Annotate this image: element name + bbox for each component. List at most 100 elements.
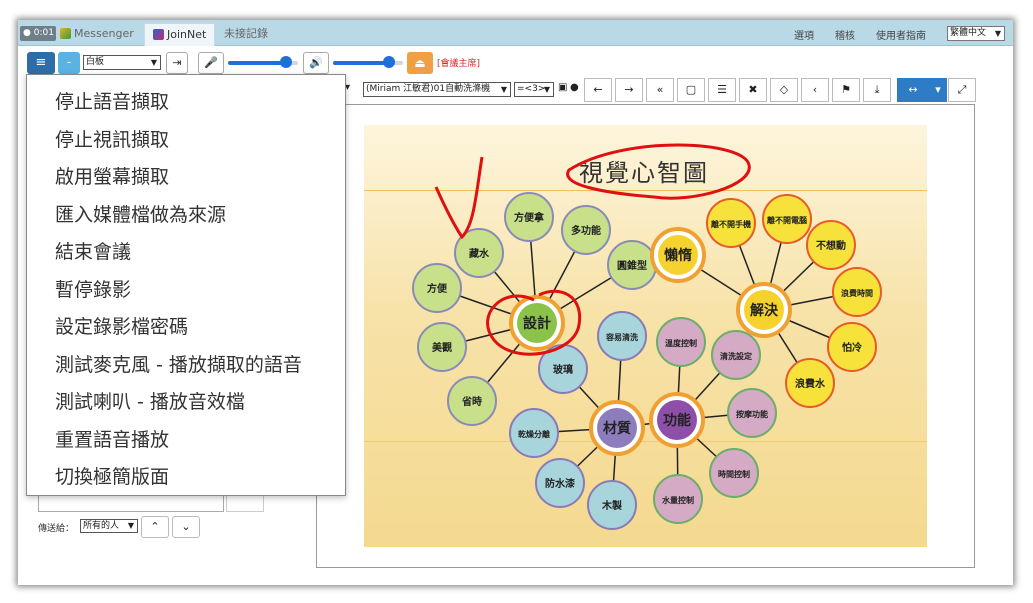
fullscreen-button[interactable]: ⤢ [948,78,976,102]
mind-map-center-label: 設計 [523,315,551,332]
recipient-value: 所有的人 [83,521,120,531]
mind-map-node-label: 方便 [427,282,448,295]
menu-item-pause-recording[interactable]: 暫停錄影 [27,277,345,315]
zoom-select-value: =<3> [517,84,546,94]
mind-map-node-label: 多功能 [571,224,601,237]
mind-map-node-label: 水量控制 [661,495,694,505]
mind-map-node-label: 容易清洗 [605,332,638,342]
joinnet-icon [153,29,164,40]
microphone-icon: 🎤 [204,56,218,69]
prev-page-button[interactable]: ← [584,78,612,102]
mind-map-node-label: 木製 [601,499,622,512]
session-timer: ● 0:01 [20,26,56,41]
minimize-button[interactable]: - [58,52,80,74]
mind-map-center-label: 解決 [750,302,779,319]
zoom-select[interactable]: =<3> ▼ [514,82,554,97]
whiteboard-select[interactable]: 白板 ▼ [83,55,161,70]
menu-item-reset-audio[interactable]: 重置語音播放 [27,427,345,465]
next-page-button[interactable]: → [615,78,643,102]
scroll-down-button[interactable]: ⌄ [172,516,200,538]
microphone-button[interactable]: 🎤 [198,52,224,74]
mic-volume-slider[interactable] [280,56,292,68]
chevron-down-icon: ▼ [543,85,550,94]
menu-item-end-meeting[interactable]: 結束會議 [27,239,345,277]
options-link[interactable]: 選項 [794,27,814,42]
minus-label: - [66,55,72,69]
mind-map-center-label: 懶惰 [664,247,692,264]
send-to-label: 傳送給： [38,524,75,534]
back-button[interactable]: ‹ [801,78,829,102]
fit-width-button[interactable]: ↔ [897,78,929,102]
mind-map-center-label: 功能 [663,412,691,429]
user-guide-link[interactable]: 使用者指南 [876,27,926,42]
main-menu-button[interactable]: ≡ [27,52,55,74]
recipient-select[interactable]: 所有的人 ▼ [80,519,138,533]
review-link[interactable]: 稽核 [835,27,855,42]
bookmark-button[interactable]: ⚑ [832,78,860,102]
arrows-horizontal-icon: ↔ [908,83,918,96]
eraser-icon: ◇ [779,83,789,96]
first-page-button[interactable]: « [646,78,674,102]
speaker-volume-fill [333,61,389,65]
arrow-right-icon: → [624,83,634,96]
mind-map-node-label: 乾燥分離 [518,429,550,439]
tab-label: Messenger [74,27,134,40]
chevron-left-icon: ‹ [812,83,818,96]
mind-map-node-label: 不想動 [816,239,846,252]
tab-messenger[interactable]: Messenger [60,23,134,46]
mind-map-node-label: 美觀 [432,341,452,354]
annotation-check [434,156,484,240]
download-button[interactable]: ⤓ [863,78,891,102]
whiteboard-value: 白板 [86,57,105,67]
eraser-button[interactable]: ◇ [770,78,798,102]
exit-meeting-button[interactable]: ⏏ [407,52,433,74]
fit-options-button[interactable]: ▾ [929,78,947,102]
menu-item-minimal-layout[interactable]: 切換極簡版面 [27,464,345,502]
mind-map-node-label: 溫度控制 [665,338,697,348]
tab-label: JoinNet [167,28,207,41]
menu-item-test-speaker[interactable]: 測試喇叭 - 播放音效檔 [27,389,345,427]
flag-icon: ⚑ [841,83,851,96]
tab-joinnet[interactable]: JoinNet [144,23,216,46]
chevron-down-icon: ▼ [150,58,157,67]
scroll-up-button[interactable]: ⌃ [141,516,169,538]
language-value: 繁體中文 [950,28,987,38]
hamburger-icon: ≡ [35,55,47,70]
exit-icon: ⏏ [414,56,426,70]
menu-item-test-microphone[interactable]: 測試麥克風 - 播放擷取的語音 [27,352,345,390]
rewind-icon: « [656,83,664,96]
tab-missed-records[interactable]: 未接記錄 [224,23,268,46]
mind-map-node-label: 離不開手機 [711,219,751,229]
image-icon[interactable]: ▣ [558,82,567,93]
mind-map-node-label: 浪費時間 [841,288,873,298]
check-circle-icon[interactable]: ● [570,82,579,93]
mind-map-node-label: 時間控制 [718,469,750,479]
menu-item-stop-audio[interactable]: 停止語音擷取 [27,89,345,127]
menu-item-stop-video[interactable]: 停止視訊擷取 [27,127,345,165]
mind-map-node-label: 離不開電腦 [767,215,807,225]
messenger-icon [60,28,71,39]
speaker-volume-slider[interactable] [383,56,395,68]
user-icon: ● [23,28,31,38]
timer-text: 0:01 [33,28,54,38]
page-select[interactable]: (Miriam 江敏君)01自動洗滌機 ▼ [363,82,511,97]
top-bar: ● 0:01 Messenger JoinNet 未接記錄 選項 稽核 使用者指… [18,20,1013,46]
menu-item-recording-password[interactable]: 設定錄影檔密碼 [27,314,345,352]
mind-map-node-label: 浪費水 [795,377,826,390]
stop-button[interactable]: ▢ [677,78,705,102]
menu-item-screen-capture[interactable]: 啟用螢幕擷取 [27,164,345,202]
menu-item-import-media[interactable]: 匯入媒體檔做為來源 [27,202,345,240]
tab-label: 未接記錄 [224,27,268,40]
square-icon: ▢ [685,83,697,96]
page-list-button[interactable]: ☰ [708,78,736,102]
language-select[interactable]: 繁體中文 ▼ [947,26,1005,41]
speaker-icon: 🔊 [309,56,323,69]
mic-volume-fill [228,61,286,65]
slide-canvas[interactable]: 視覺心智圖 方便拿 多功能 藏水 圓錐型 方便 美觀 省時 離不開手機 離不開電腦 不想動 浪費時間… [364,125,927,547]
speaker-button[interactable]: 🔊 [303,52,329,74]
main-menu-dropdown: 停止語音擷取 停止視訊擷取 啟用螢幕擷取 匯入媒體檔做為來源 結束會議 暫停錄影… [26,74,346,496]
screen-share-button[interactable]: ⇥ [166,52,188,74]
chevron-down-icon: ⌄ [181,520,191,533]
mind-map-node-label: 怕冷 [842,341,862,354]
close-page-button[interactable]: ✖ [739,78,767,102]
